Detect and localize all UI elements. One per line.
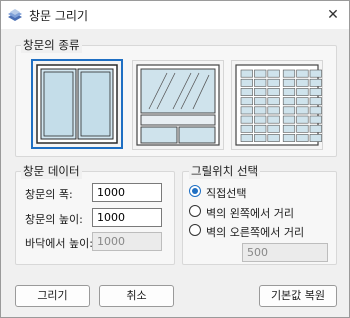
distance-input: 500	[242, 243, 328, 262]
radio-direct-select[interactable]	[189, 185, 201, 197]
multi-pane-window-icon	[235, 64, 322, 146]
window-type-sliding-glass[interactable]	[132, 60, 224, 150]
radio-right-distance-label[interactable]: 벽의 오른쪽에서 거리	[206, 224, 304, 240]
radio-left-distance[interactable]	[189, 205, 201, 217]
radio-right-distance[interactable]	[189, 224, 201, 236]
width-label: 창문의 폭:	[25, 188, 73, 201]
app-icon	[8, 9, 22, 21]
floor-height-input: 1000	[92, 232, 162, 251]
height-label: 창문의 높이:	[25, 213, 83, 226]
window-title: 창문 그리기	[29, 9, 89, 23]
cancel-button[interactable]: 취소	[99, 285, 174, 307]
radio-left-distance-label[interactable]: 벽의 왼쪽에서 거리	[206, 205, 294, 221]
draw-position-group-title: 그릴위치 선택	[189, 163, 261, 179]
height-input[interactable]: 1000	[92, 208, 162, 227]
floor-height-label: 바닥에서 높이:	[25, 237, 93, 250]
window-data-group-title: 창문 데이터	[21, 163, 82, 179]
reset-defaults-button[interactable]: 기본값 복원	[259, 285, 337, 307]
window-type-double-sliding[interactable]	[31, 59, 123, 149]
sliding-glass-window-icon	[136, 64, 220, 146]
title-bar: 창문 그리기 ✕	[1, 1, 349, 29]
dialog-window: 창문 그리기 ✕ 창문의 종류 창문 데이터 창문의 폭: 1000 창문의 높…	[0, 0, 350, 318]
width-input[interactable]: 1000	[92, 183, 162, 202]
radio-direct-select-label[interactable]: 직접선택	[206, 185, 246, 201]
window-type-multi-pane[interactable]	[231, 60, 323, 150]
draw-button[interactable]: 그리기	[15, 285, 90, 307]
window-type-group-title: 창문의 종류	[21, 37, 82, 53]
double-sliding-window-icon	[36, 64, 118, 144]
close-icon[interactable]: ✕	[323, 5, 343, 25]
